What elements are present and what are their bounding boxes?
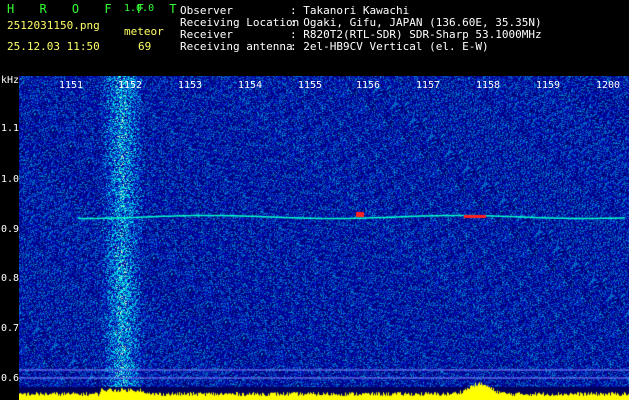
capture-datetime: 25.12.03 11:50 xyxy=(7,40,100,53)
x-tick-label: 1159 xyxy=(536,80,561,91)
x-tick-label: 1154 xyxy=(238,80,263,91)
antenna-value: : 2el-HB9CV Vertical (el. E-W) xyxy=(290,40,489,53)
header-panel: H R O F F T 1.0.0 2512031150.png meteor … xyxy=(0,0,629,73)
x-tick-label: 1156 xyxy=(356,80,381,91)
meteor-label: meteor xyxy=(124,25,164,38)
y-tick-label: 0.8 xyxy=(1,273,20,284)
x-tick-label: 1151 xyxy=(59,80,84,91)
x-tick-label: 1155 xyxy=(298,80,323,91)
x-tick-label: 1157 xyxy=(416,80,441,91)
frequency-unit-label: kHz xyxy=(1,75,20,86)
y-tick-label: 0.9 xyxy=(1,224,20,235)
x-tick-label: 1158 xyxy=(476,80,501,91)
app-logo: H R O F F T xyxy=(7,2,186,16)
x-tick-label: 1200 xyxy=(596,80,621,91)
antenna-label: Receiving antenna xyxy=(180,40,293,53)
spectrogram-plot xyxy=(19,76,629,400)
y-tick-label: 1.0 xyxy=(1,174,20,185)
x-tick-label: 1153 xyxy=(178,80,203,91)
x-tick-label: 1152 xyxy=(118,80,143,91)
y-tick-label: 0.7 xyxy=(1,323,20,334)
app-version: 1.0.0 xyxy=(124,3,155,14)
y-tick-label: 0.6 xyxy=(1,373,20,384)
y-tick-label: 1.1 xyxy=(1,123,20,134)
meteor-count: 69 xyxy=(138,40,152,53)
file-name: 2512031150.png xyxy=(7,19,100,32)
